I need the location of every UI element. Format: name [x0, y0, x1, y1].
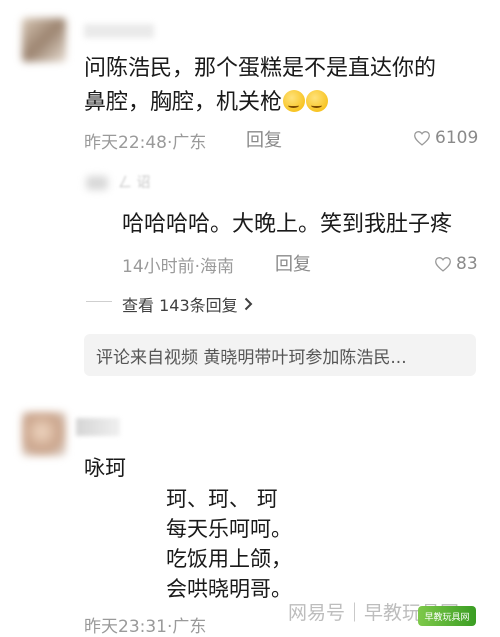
heart-icon	[414, 131, 430, 146]
comment-time-location: 昨天22:48·广东	[84, 133, 207, 153]
view-replies-label: 查看 143条回复	[122, 296, 238, 315]
comment-text-line1: 问陈浩民，那个蛋糕是不是直达你的	[84, 56, 437, 81]
like-count: 6109	[435, 128, 479, 148]
comment-username: 咏珂	[84, 456, 126, 480]
reply-reply-button[interactable]: 回复	[275, 250, 311, 276]
poem-line-2: 每天乐呵呵。	[166, 517, 292, 541]
heart-icon	[435, 257, 451, 272]
comment-text: 问陈浩民，那个蛋糕是不是直达你的 鼻腔，胸腔，机关枪	[84, 52, 484, 120]
comment-time-location: 昨天23:31·广东	[84, 617, 207, 637]
poem-line-3: 吃饭用上颌，	[166, 547, 292, 571]
watermark-logo-text: 早教玩具网	[424, 612, 470, 623]
reply-like-count: 83	[456, 254, 478, 274]
video-source-link[interactable]: 评论来自视频 黄晓明带叶珂参加陈浩民...	[84, 334, 476, 376]
watermark-logo: 早教玩具网	[418, 606, 476, 626]
video-source-text: 评论来自视频 黄晓明带叶珂参加陈浩民...	[96, 347, 407, 368]
poem-line-4: 会哄晓明哥。	[166, 577, 292, 601]
reply-text: 哈哈哈哈。大晚上。笑到我肚子疼	[122, 212, 453, 237]
username-blurred[interactable]	[76, 418, 120, 436]
divider-line	[86, 301, 112, 302]
avatar[interactable]	[22, 412, 66, 456]
reply-like-button[interactable]: 83	[434, 254, 478, 274]
poem-line-1: 珂、珂、 珂	[166, 487, 278, 511]
like-button[interactable]: 6109	[413, 128, 478, 148]
comment-text-line2: 鼻腔，胸腔，机关枪	[84, 86, 484, 120]
chevron-right-icon	[244, 297, 253, 311]
reply-time-location: 14小时前·海南	[122, 257, 235, 277]
reply-username[interactable]: ㄥ 诏	[118, 172, 150, 192]
view-replies-link[interactable]: 查看 143条回复	[122, 292, 253, 316]
reply-avatar[interactable]	[86, 176, 108, 190]
username-blurred[interactable]	[84, 24, 154, 38]
smirk-emoji-icon	[306, 90, 329, 112]
reply-button[interactable]: 回复	[246, 126, 282, 152]
avatar[interactable]	[22, 18, 66, 62]
smirk-emoji-icon	[283, 90, 306, 112]
